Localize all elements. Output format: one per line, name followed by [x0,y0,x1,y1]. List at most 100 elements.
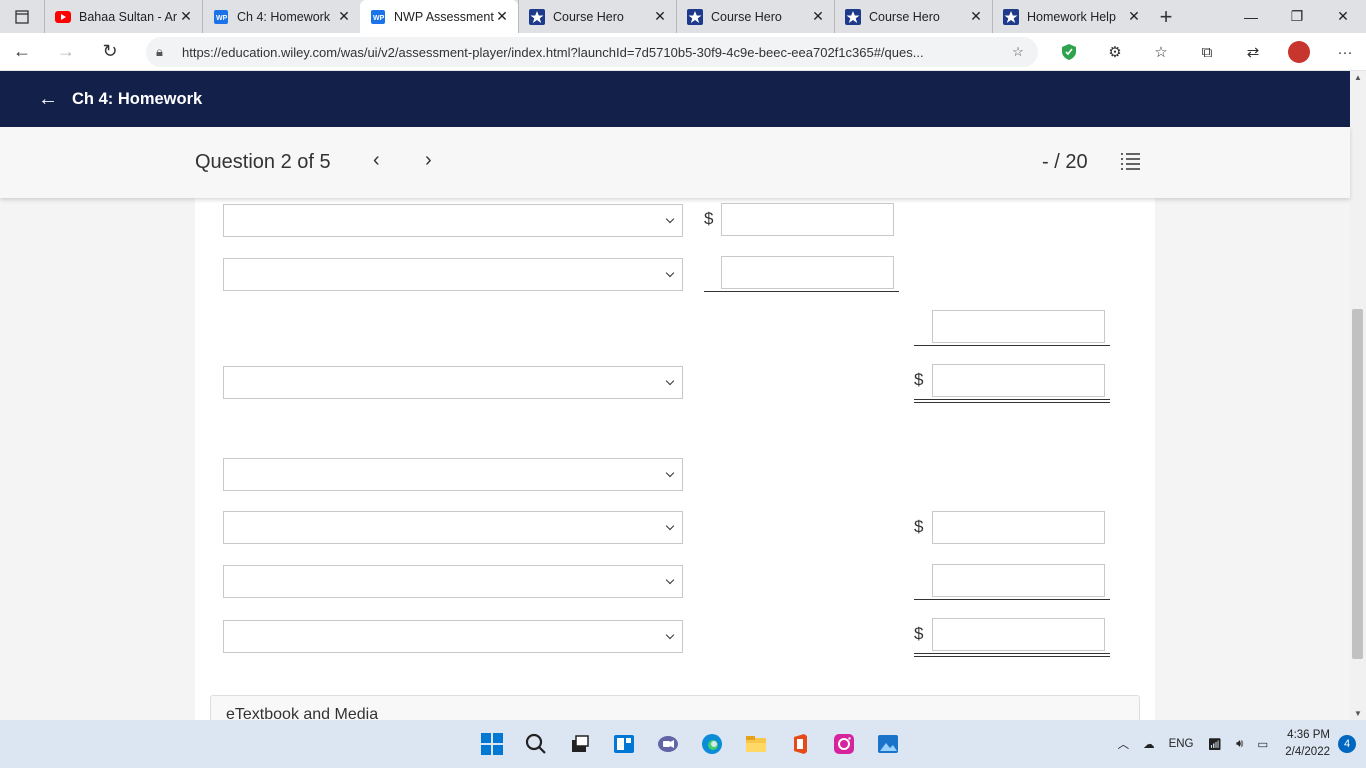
browser-tab[interactable]: WP Ch 4: Homework ✕ [202,0,360,33]
refresh-button[interactable]: ↻ [88,33,132,71]
question-label: Question 2 of 5 [195,151,331,173]
office-icon[interactable] [778,720,822,768]
amount-input[interactable] [721,203,894,236]
widgets-icon[interactable] [602,720,646,768]
account-select[interactable] [223,458,683,491]
scroll-up-icon[interactable]: ▲ [1354,73,1362,82]
battery-icon[interactable]: ▭ [1257,737,1268,751]
previous-question-button[interactable]: ‹ [373,149,380,172]
account-select[interactable] [223,620,683,653]
browser-tab[interactable]: Course Hero ✕ [518,0,676,33]
minimize-button[interactable]: — [1228,0,1274,33]
browser-tab[interactable]: Course Hero ✕ [834,0,992,33]
browser-tab[interactable]: Homework Help ✕ [992,0,1150,33]
clock[interactable]: 4:36 PM 2/4/2022 [1285,727,1330,761]
assignment-title[interactable]: Ch 4: Homework [72,90,202,109]
chevron-up-icon[interactable]: ︿ [1118,736,1130,752]
add-favorite-icon[interactable]: ☆ [1008,44,1028,60]
scrollbar-thumb[interactable] [1352,309,1363,659]
favorites-icon[interactable]: ☆ [1138,43,1184,61]
windows-taskbar: ︿ ☁ ENG 📶︎ 🔊︎ ▭ 4:36 PM 2/4/2022 4 [0,720,1366,768]
amount-input[interactable] [721,256,894,289]
tab-title: Homework Help [1027,9,1116,24]
browser-tab-active[interactable]: WP NWP Assessment ✕ [360,0,518,33]
svg-text:WP: WP [216,15,228,22]
coursehero-icon [529,8,545,25]
account-select[interactable] [223,511,683,544]
arrow-left-icon: ← [13,41,31,61]
wileyplus-icon: WP [370,9,386,25]
close-icon[interactable]: ✕ [652,8,668,25]
total-input[interactable] [932,310,1105,343]
tab-actions-button[interactable] [0,0,44,33]
wifi-icon[interactable]: 📶︎ [1208,737,1223,751]
back-button[interactable]: ← [0,33,44,71]
shield-extension-icon[interactable] [1046,43,1092,61]
language-indicator[interactable]: ENG [1169,738,1194,750]
browser-tab[interactable]: Bahaa Sultan - Ar ✕ [44,0,202,33]
collections-icon[interactable]: ⧉ [1184,44,1230,61]
forward-button[interactable]: → [44,33,88,71]
browser-tab[interactable]: Course Hero ✕ [676,0,834,33]
close-icon[interactable]: ✕ [1126,8,1142,25]
currency-symbol: $ [914,624,924,643]
restore-button[interactable]: ❐ [1274,0,1320,33]
address-bar[interactable]: 🔒︎ https://education.wiley.com/was/ui/v2… [146,37,1038,67]
app-header: ← Ch 4: Homework [0,71,1350,127]
etextbook-panel[interactable]: eTextbook and Media [210,695,1140,720]
close-icon[interactable]: ✕ [494,8,510,25]
tab-actions-icon [15,9,29,24]
avatar[interactable] [1288,41,1310,63]
clock-date: 2/4/2022 [1285,746,1330,758]
plus-icon: + [1159,3,1173,29]
windows-start-icon[interactable] [470,720,514,768]
currency-symbol: $ [704,209,714,228]
close-icon[interactable]: ✕ [810,8,826,25]
window-controls: — ❐ ✕ [1228,0,1366,33]
new-tab-button[interactable]: + [1150,0,1182,33]
onedrive-icon[interactable]: ☁ [1143,737,1155,751]
amount-input[interactable] [932,564,1105,597]
notification-badge[interactable]: 4 [1338,735,1356,753]
file-explorer-icon[interactable] [734,720,778,768]
amount-input[interactable] [932,511,1105,544]
browser-tab-strip: Bahaa Sultan - Ar ✕ WP Ch 4: Homework ✕ … [0,0,1366,33]
profile-sync-icon[interactable]: ⇄ [1230,43,1276,61]
photos-icon[interactable] [866,720,910,768]
close-icon[interactable]: ✕ [336,8,352,25]
back-arrow-icon[interactable]: ← [38,88,58,111]
total-double-line [914,653,1110,657]
close-icon[interactable]: ✕ [968,8,984,25]
search-icon[interactable] [514,720,558,768]
chat-icon[interactable] [646,720,690,768]
account-select[interactable] [223,204,683,237]
question-bar: Question 2 of 5 ‹ › - / 20 [0,127,1350,198]
tab-title: NWP Assessment [394,9,494,24]
account-select[interactable] [223,258,683,291]
close-window-button[interactable]: ✕ [1320,0,1366,33]
total-input[interactable] [932,364,1105,397]
close-icon[interactable]: ✕ [178,8,194,25]
page-scrollbar[interactable]: ▲ ▼ [1350,71,1366,720]
volume-icon[interactable]: 🔊︎ [1236,738,1243,751]
tab-title: Bahaa Sultan - Ar [79,9,177,24]
coursehero-icon [687,8,703,25]
extensions-icon[interactable]: ⚙ [1092,43,1138,61]
arrow-right-icon: → [57,41,75,61]
subtotal-line [704,291,899,292]
subtotal-line [914,599,1110,600]
subtotal-line [914,345,1110,346]
edge-browser-icon[interactable] [690,720,734,768]
instagram-icon[interactable] [822,720,866,768]
account-select[interactable] [223,565,683,598]
question-list-icon[interactable] [1120,151,1142,171]
account-select[interactable] [223,366,683,399]
task-view-icon[interactable] [558,720,602,768]
svg-text:WP: WP [373,15,385,22]
total-input[interactable] [932,618,1105,651]
next-question-button[interactable]: › [425,149,432,172]
tab-title: Ch 4: Homework [237,9,331,24]
more-options-icon[interactable]: ··· [1322,44,1366,61]
scroll-down-icon[interactable]: ▼ [1354,709,1362,718]
tab-title: Course Hero [711,9,782,24]
